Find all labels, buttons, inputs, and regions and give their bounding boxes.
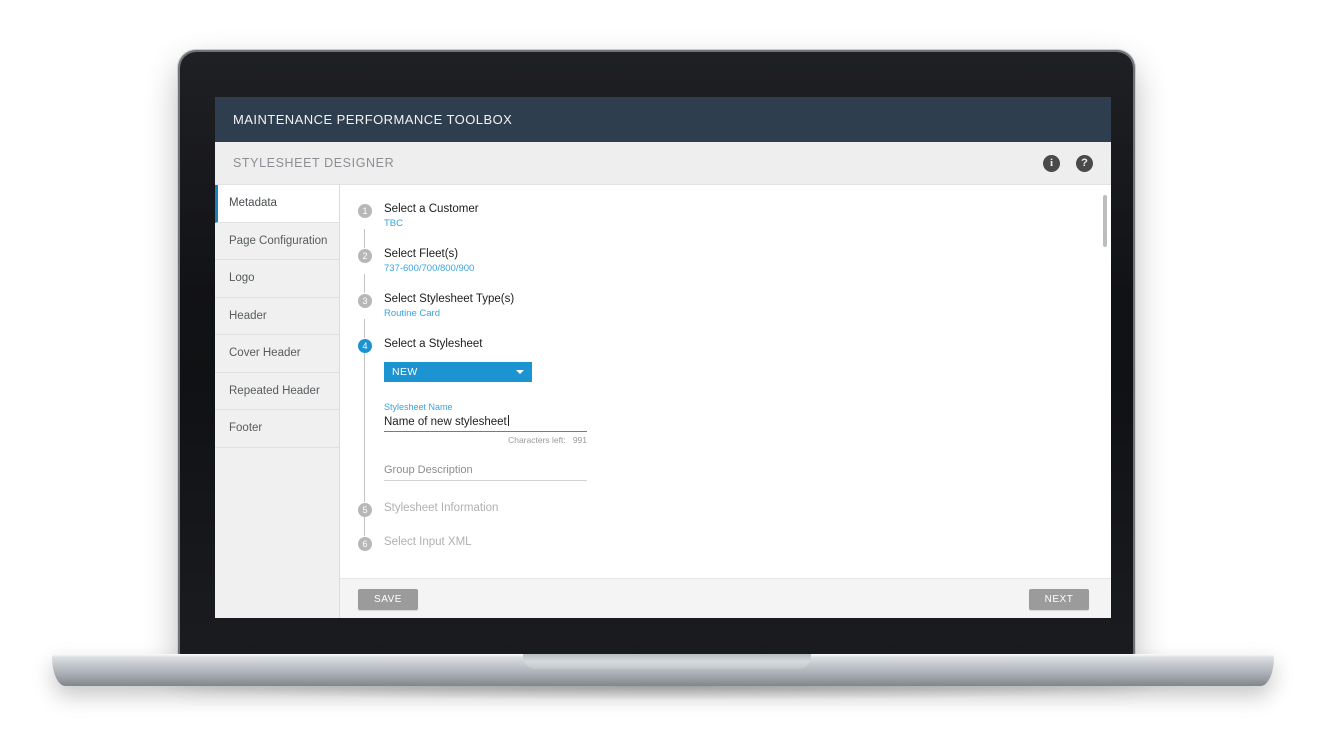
sidebar-item-label: Logo (229, 272, 255, 285)
step-6[interactable]: 6 Select Input XML (358, 536, 1111, 551)
step-connector (364, 351, 365, 481)
laptop-base-notch (522, 654, 811, 669)
stylesheet-select[interactable]: NEW (384, 362, 532, 382)
characters-left: Characters left: 991 (384, 435, 587, 445)
sidebar-filler (215, 447, 339, 598)
content-panel: 1 Select a Customer TBC 2 Select Fleet(s… (340, 185, 1111, 618)
step-title: Select a Customer (384, 203, 479, 215)
screenshot-stage: MAINTENANCE PERFORMANCE TOOLBOX STYLESHE… (0, 0, 1333, 745)
sidebar-item-footer[interactable]: Footer (215, 410, 339, 448)
group-description-field[interactable]: Group Description (384, 461, 587, 481)
stylesheet-form: NEW Stylesheet Name Name of new styleshe… (358, 351, 1111, 481)
sidebar-item-label: Footer (229, 422, 263, 435)
step-number-badge: 6 (358, 537, 372, 551)
sidebar-item-label: Repeated Header (229, 384, 320, 397)
sidebar-item-logo[interactable]: Logo (215, 260, 339, 298)
step-connector (364, 274, 365, 293)
step-title: Select Input XML (384, 536, 472, 548)
step-number-badge: 3 (358, 294, 372, 308)
step-value: 737-600/700/800/900 (384, 263, 475, 274)
sidebar-item-page-configuration[interactable]: Page Configuration (215, 222, 339, 260)
help-icon[interactable]: ? (1076, 154, 1093, 172)
sidebar-item-header[interactable]: Header (215, 297, 339, 335)
sidebar-item-label: Page Configuration (229, 234, 328, 247)
step-value: TBC (384, 218, 403, 229)
sidebar-item-repeated-header[interactable]: Repeated Header (215, 372, 339, 410)
laptop-shadow (120, 686, 1210, 700)
app-title: MAINTENANCE PERFORMANCE TOOLBOX (233, 112, 513, 127)
step-title: Select Fleet(s) (384, 248, 459, 260)
characters-left-label: Characters left: (508, 435, 566, 445)
group-description-input[interactable]: Group Description (384, 461, 587, 481)
sidebar: Metadata Page Configuration Logo Header … (215, 185, 340, 618)
sidebar-item-label: Metadata (229, 197, 277, 210)
step-title: Stylesheet Information (384, 502, 499, 514)
stylesheet-select-value: NEW (392, 366, 418, 378)
step-title: Select a Stylesheet (384, 338, 483, 350)
sidebar-item-label: Header (229, 309, 267, 322)
info-icon[interactable]: i (1043, 154, 1060, 172)
page-title: STYLESHEET DESIGNER (233, 156, 395, 170)
step-1[interactable]: 1 Select a Customer TBC (358, 203, 1111, 229)
next-button[interactable]: NEXT (1029, 588, 1089, 610)
stepper: 1 Select a Customer TBC 2 Select Fleet(s… (340, 185, 1111, 578)
content-scrollbar-thumb[interactable] (1103, 195, 1107, 247)
save-button[interactable]: SAVE (358, 588, 418, 610)
app-topbar: MAINTENANCE PERFORMANCE TOOLBOX (215, 97, 1111, 142)
characters-left-count: 991 (572, 435, 587, 445)
step-connector (364, 319, 365, 338)
step-number-badge: 2 (358, 249, 372, 263)
step-number-badge: 4 (358, 339, 372, 353)
stylesheet-name-field[interactable]: Stylesheet Name Name of new stylesheet C… (384, 402, 587, 445)
sidebar-item-metadata[interactable]: Metadata (215, 185, 339, 223)
step-connector (364, 515, 365, 536)
step-connector (364, 229, 365, 248)
app-body: Metadata Page Configuration Logo Header … (215, 185, 1111, 618)
step-value: Routine Card (384, 308, 440, 319)
subheader-actions: i ? (1043, 154, 1093, 172)
stylesheet-name-value: Name of new stylesheet (384, 416, 507, 428)
sidebar-item-cover-header[interactable]: Cover Header (215, 335, 339, 373)
step-number-badge: 1 (358, 204, 372, 218)
step-5[interactable]: 5 Stylesheet Information (358, 502, 1111, 517)
sidebar-item-label: Cover Header (229, 347, 301, 360)
stylesheet-form-body: NEW Stylesheet Name Name of new styleshe… (384, 351, 624, 481)
step-3[interactable]: 3 Select Stylesheet Type(s) Routine Card (358, 293, 1111, 319)
step-2[interactable]: 2 Select Fleet(s) 737-600/700/800/900 (358, 248, 1111, 274)
action-bar: SAVE NEXT (340, 578, 1111, 618)
app-screen: MAINTENANCE PERFORMANCE TOOLBOX STYLESHE… (215, 97, 1111, 618)
step-4[interactable]: 4 Select a Stylesheet (358, 338, 1111, 353)
stylesheet-name-input[interactable]: Name of new stylesheet (384, 412, 587, 432)
app-subheader: STYLESHEET DESIGNER i ? (215, 142, 1111, 185)
chevron-down-icon (516, 370, 524, 374)
step-title: Select Stylesheet Type(s) (384, 293, 515, 305)
step-connector (364, 481, 365, 502)
text-cursor (507, 415, 509, 426)
step-number-badge: 5 (358, 503, 372, 517)
content-scrollbar[interactable] (1103, 195, 1107, 578)
stylesheet-name-label: Stylesheet Name (384, 402, 453, 412)
